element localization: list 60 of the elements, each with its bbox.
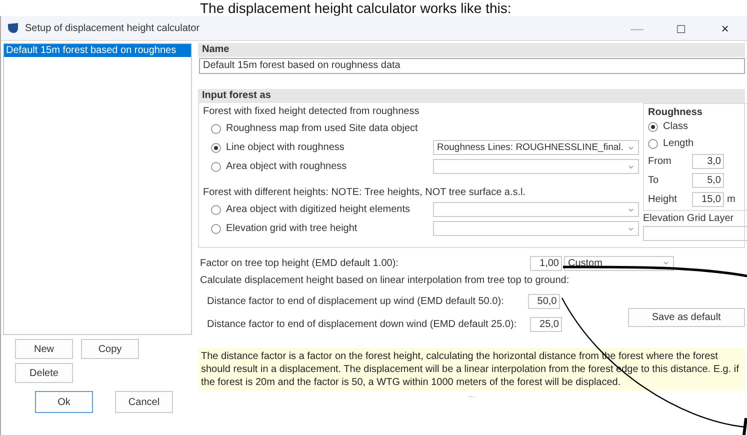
app-logo-icon	[7, 22, 19, 34]
radio-label: Line object with roughness	[226, 142, 344, 153]
section-caption: Calculate displacement height based on linear interpolation from tree top to ground:	[199, 274, 570, 288]
radio-label: Area object with roughness	[226, 161, 347, 172]
field-label: Elevation Grid Layer	[643, 213, 735, 224]
field-label: Distance factor to end of displacement down wind (EMD default 25.0):	[206, 318, 518, 330]
field-label: To	[648, 175, 660, 186]
layer-dropdown[interactable]	[643, 226, 747, 241]
field-label: Factor on tree top height (EMD default 1.00):	[200, 258, 400, 268]
group-caption: Forest with fixed height detected from roughness	[203, 105, 420, 119]
calculator-list[interactable]: Default 15m forest based on roughnes	[3, 43, 192, 335]
list-button[interactable]: Delete	[15, 363, 73, 383]
resize-grip: ...	[467, 391, 476, 399]
maximize-button[interactable]: □	[659, 20, 703, 36]
dropdown-caret-icon	[662, 260, 670, 266]
radio-button[interactable]	[648, 138, 658, 148]
section-header: Input forest as	[198, 89, 745, 103]
radio-label: Class	[663, 121, 688, 132]
list-button[interactable]: New	[15, 339, 73, 359]
dropdown-caret-icon	[627, 206, 635, 212]
factor-field[interactable]: 1,00	[530, 256, 562, 270]
distance-field[interactable]: 50,0	[528, 294, 560, 308]
page-heading: The displacement height calculator works like this:	[199, 0, 512, 16]
save-default-button[interactable]: Save as default	[628, 308, 745, 326]
radio-button[interactable]	[211, 142, 221, 152]
ok-button[interactable]: Ok	[35, 391, 93, 413]
dropdown-caret-icon	[627, 164, 635, 170]
radio-label: Elevation grid with tree height	[226, 223, 358, 234]
layer-dropdown[interactable]	[433, 202, 639, 217]
radio-label: Area object with digitized height elements	[226, 204, 410, 215]
layer-dropdown[interactable]	[433, 159, 639, 174]
window-title: Setup of displacement height calculator	[25, 22, 201, 34]
unit-label: m	[727, 194, 736, 205]
radio-button[interactable]	[211, 124, 221, 134]
number-field[interactable]: 15,0	[692, 192, 724, 207]
radio-button[interactable]	[211, 224, 221, 234]
name-field[interactable]: Default 15m forest based on roughness data	[199, 58, 745, 74]
dropdown-value: Roughness Lines: ROUGHNESSLINE_final.	[437, 142, 624, 153]
field-label: Height	[648, 194, 678, 205]
group-caption: Forest with different heights: NOTE: Tree heights, NOT tree surface a.s.l.	[203, 186, 527, 200]
radio-label: Roughness map from used Site data object	[226, 123, 418, 134]
close-button[interactable]: ×	[703, 20, 747, 36]
number-field[interactable]: 3,0	[692, 154, 724, 169]
radio-button[interactable]	[211, 162, 221, 172]
layer-dropdown[interactable]	[433, 221, 639, 236]
dropdown-caret-icon	[627, 144, 635, 150]
radio-button[interactable]	[211, 204, 221, 214]
list-button[interactable]: Copy	[81, 339, 139, 359]
group-title: Roughness	[648, 107, 704, 118]
radio-label: Length	[663, 138, 694, 149]
section-header: Name	[198, 43, 745, 57]
field-label: Distance factor to end of displacement up wind (EMD default 50.0):	[206, 296, 505, 306]
dropdown-caret-icon	[627, 226, 635, 232]
layer-dropdown[interactable]: Roughness Lines: ROUGHNESSLINE_final.	[433, 140, 639, 155]
list-item[interactable]: Default 15m forest based on roughnes	[4, 44, 191, 57]
radio-button[interactable]	[648, 122, 658, 132]
number-field[interactable]: 5,0	[692, 173, 724, 188]
field-label: From	[648, 156, 672, 167]
distance-field[interactable]: 25,0	[530, 316, 562, 332]
cancel-button[interactable]: Cancel	[115, 391, 173, 413]
